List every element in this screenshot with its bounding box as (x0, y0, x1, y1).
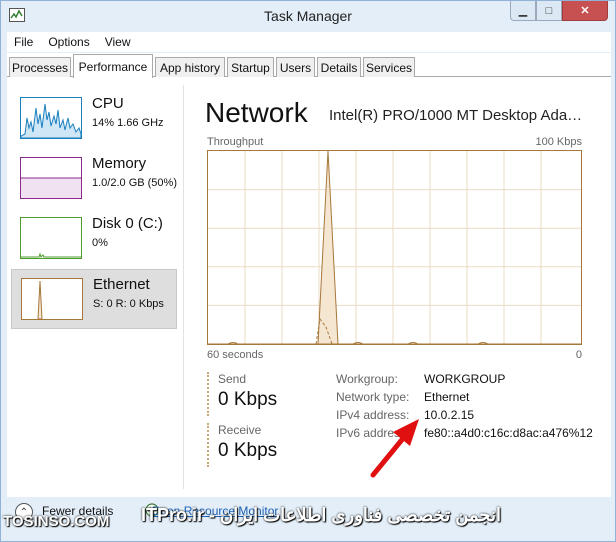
sidebar-item-name: Memory (92, 155, 147, 172)
tab-processes[interactable]: Processes (9, 57, 71, 77)
property-label: IPv4 address: (336, 408, 410, 422)
sidebar-divider (183, 85, 184, 489)
graph-axis-start-label: 60 seconds (207, 349, 264, 361)
sidebar-item-detail: 14% 1.66 GHz (92, 117, 164, 129)
sidebar-item-detail: 0% (92, 237, 108, 249)
throughput-max-label: 100 Kbps (535, 136, 582, 148)
tab-users[interactable]: Users (276, 57, 315, 77)
menu-options[interactable]: Options (41, 35, 97, 49)
resource-sidebar: CPU 14% 1.66 GHz Memory 1.0/2.0 GB (50%) (7, 77, 182, 497)
property-ipv4: IPv4 address: 10.0.2.15 (336, 408, 591, 424)
receive-throughput-series (208, 151, 581, 344)
disk-thumbnail-graph (20, 217, 82, 259)
cpu-thumbnail-graph (20, 97, 82, 139)
send-value: 0 Kbps (218, 389, 278, 410)
throughput-graph (207, 150, 582, 345)
property-ipv6: IPv6 address: fe80::a4d0:c16c:d8ac:a476%… (336, 426, 593, 442)
property-value: 10.0.2.15 (424, 408, 475, 422)
watermark-right: انجمن تخصصی فناوری اطلاعات ایران - ITPro… (141, 505, 501, 525)
task-manager-window: Task Manager ▁ □ ✕ File Options View Pro… (0, 0, 616, 542)
throughput-label: Throughput (207, 136, 264, 148)
sidebar-item-cpu[interactable]: CPU 14% 1.66 GHz (11, 89, 177, 149)
page-title: Network (205, 97, 308, 128)
receive-label: Receive (218, 423, 262, 437)
property-label: Workgroup: (336, 372, 398, 386)
tab-services[interactable]: Services (363, 57, 415, 77)
watermark-left: TOSINSO.COM (3, 513, 110, 530)
send-label: Send (218, 372, 247, 386)
receive-value: 0 Kbps (218, 440, 278, 461)
graph-gridlines (208, 151, 581, 344)
network-detail-pane: Network Intel(R) PRO/1000 MT Desktop Ada… (202, 77, 611, 497)
property-label: IPv6 address: (336, 426, 410, 440)
property-value: WORKGROUP (424, 372, 506, 386)
sidebar-item-ethernet[interactable]: Ethernet S: 0 R: 0 Kbps (11, 269, 177, 329)
graph-axis-end-label: 0 (575, 349, 582, 361)
sidebar-item-detail: S: 0 R: 0 Kbps (93, 298, 164, 310)
property-network-type: Network type: Ethernet (336, 390, 591, 406)
receive-stat: Receive 0 Kbps (207, 423, 317, 467)
tab-app-history[interactable]: App history (155, 57, 225, 77)
throughput-graph-svg (208, 151, 581, 344)
minimize-button[interactable]: ▁ (510, 1, 536, 21)
ethernet-thumbnail-graph (21, 278, 83, 320)
tab-performance[interactable]: Performance (73, 54, 153, 78)
memory-thumbnail-graph (20, 157, 82, 199)
sidebar-item-disk[interactable]: Disk 0 (C:) 0% (11, 209, 177, 269)
sidebar-item-name: CPU (92, 95, 124, 112)
menu-bar: File Options View (7, 32, 611, 52)
property-workgroup: Workgroup: WORKGROUP (336, 372, 591, 388)
sidebar-item-detail: 1.0/2.0 GB (50%) (92, 177, 177, 189)
adapter-name: Intel(R) PRO/1000 MT Desktop Adapter (329, 107, 587, 124)
tab-details[interactable]: Details (317, 57, 361, 77)
menu-file[interactable]: File (7, 35, 41, 49)
property-value: Ethernet (424, 390, 470, 404)
send-stat: Send 0 Kbps (207, 372, 317, 416)
sidebar-item-name: Disk 0 (C:) (92, 215, 163, 232)
property-value: fe80::a4d0:c16c:d8ac:a476%12 (424, 426, 593, 440)
menu-view[interactable]: View (98, 35, 139, 49)
title-bar[interactable]: Task Manager ▁ □ ✕ (1, 1, 615, 31)
performance-panel: CPU 14% 1.66 GHz Memory 1.0/2.0 GB (50%) (7, 77, 611, 497)
sidebar-item-memory[interactable]: Memory 1.0/2.0 GB (50%) (11, 149, 177, 209)
tab-strip: Processes Performance App history Startu… (7, 53, 611, 78)
sidebar-item-name: Ethernet (93, 276, 150, 293)
tab-startup[interactable]: Startup (227, 57, 274, 77)
property-label: Network type: (336, 390, 410, 404)
close-button[interactable]: ✕ (562, 1, 608, 21)
maximize-button[interactable]: □ (536, 1, 562, 21)
